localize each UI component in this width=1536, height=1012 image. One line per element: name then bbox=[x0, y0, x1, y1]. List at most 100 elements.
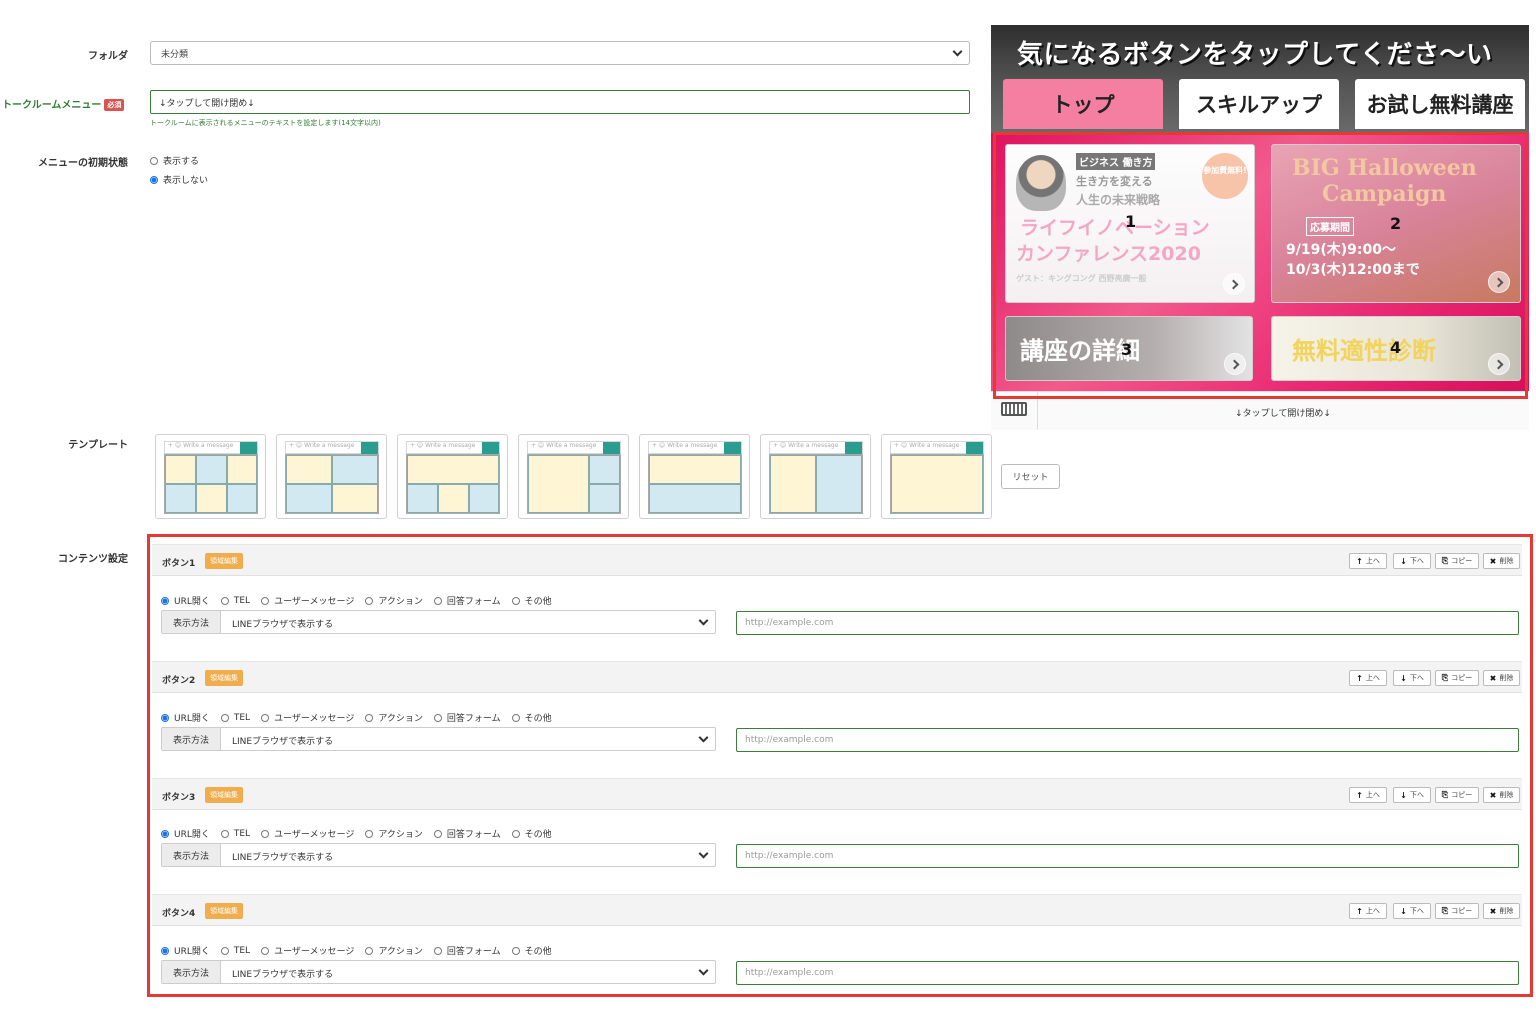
button-1-url-input[interactable]: http://example.com bbox=[736, 611, 1519, 635]
template-option-5[interactable]: + ☺ Write a message bbox=[639, 434, 750, 519]
action-option-user-message[interactable]: ユーザーメッセージ bbox=[261, 827, 354, 840]
action-option-other[interactable]: その他 bbox=[511, 711, 552, 724]
move-down-button[interactable]: ↓ 下へ bbox=[1393, 670, 1431, 686]
action-option-label: 回答フォーム bbox=[446, 597, 501, 607]
initial-state-option-hide[interactable]: 表示しない bbox=[150, 173, 208, 186]
radio-action[interactable] bbox=[365, 713, 374, 722]
radio-url[interactable] bbox=[161, 713, 169, 722]
move-down-button[interactable]: ↓ 下へ bbox=[1393, 553, 1431, 569]
action-option-action[interactable]: アクション bbox=[365, 827, 423, 840]
move-down-button[interactable]: ↓ 下へ bbox=[1393, 787, 1431, 803]
radio-form[interactable] bbox=[433, 829, 442, 838]
radio-tel[interactable] bbox=[220, 946, 229, 955]
edit-area-badge[interactable]: 領域編集 bbox=[205, 553, 243, 569]
template-option-1[interactable]: + ☺ Write a message bbox=[155, 434, 266, 519]
action-option-form[interactable]: 回答フォーム bbox=[433, 594, 501, 607]
preview-tab-skillup[interactable]: スキルアップ bbox=[1179, 79, 1339, 129]
action-option-other[interactable]: その他 bbox=[511, 594, 552, 607]
copy-button[interactable]: ⎘ コピー bbox=[1435, 903, 1479, 919]
delete-button[interactable]: ✖ 削除 bbox=[1483, 553, 1520, 569]
radio-user-message[interactable] bbox=[261, 946, 270, 955]
radio-tel[interactable] bbox=[220, 713, 229, 722]
radio-show[interactable] bbox=[150, 156, 158, 165]
radio-action[interactable] bbox=[365, 946, 374, 955]
button-3-method-select[interactable]: 表示方法 LINEブラウザで表示する bbox=[161, 843, 716, 867]
action-option-url[interactable]: URL開く bbox=[161, 827, 210, 840]
action-option-user-message[interactable]: ユーザーメッセージ bbox=[261, 711, 354, 724]
radio-action[interactable] bbox=[365, 596, 374, 605]
radio-form[interactable] bbox=[433, 946, 442, 955]
radio-other[interactable] bbox=[511, 713, 520, 722]
radio-other[interactable] bbox=[511, 596, 520, 605]
button-4-url-input[interactable]: http://example.com bbox=[736, 961, 1519, 985]
edit-area-badge[interactable]: 領域編集 bbox=[205, 670, 243, 686]
action-option-label: その他 bbox=[524, 947, 552, 957]
radio-url[interactable] bbox=[161, 829, 169, 838]
radio-url[interactable] bbox=[161, 946, 169, 955]
reset-button[interactable]: リセット bbox=[1001, 464, 1060, 489]
action-option-tel[interactable]: TEL bbox=[220, 946, 250, 956]
preview-menu-label[interactable]: ↓タップして開け閉め↓ bbox=[1037, 406, 1529, 419]
radio-other[interactable] bbox=[511, 829, 520, 838]
button-3-url-input[interactable]: http://example.com bbox=[736, 844, 1519, 868]
action-option-url[interactable]: URL開く bbox=[161, 594, 210, 607]
copy-button[interactable]: ⎘ コピー bbox=[1435, 787, 1479, 803]
copy-button[interactable]: ⎘ コピー bbox=[1435, 553, 1479, 569]
template-message-bar: + ☺ Write a message bbox=[890, 441, 984, 455]
action-option-form[interactable]: 回答フォーム bbox=[433, 944, 501, 957]
radio-hide[interactable] bbox=[150, 175, 158, 184]
button-2-url-input[interactable]: http://example.com bbox=[736, 728, 1519, 752]
radio-user-message[interactable] bbox=[261, 829, 270, 838]
action-option-user-message[interactable]: ユーザーメッセージ bbox=[261, 594, 354, 607]
action-option-tel[interactable]: TEL bbox=[220, 828, 251, 839]
action-option-tel[interactable]: TEL bbox=[220, 713, 250, 723]
delete-button[interactable]: ✖ 削除 bbox=[1483, 787, 1520, 803]
action-option-url[interactable]: URL開く bbox=[161, 711, 210, 724]
radio-form[interactable] bbox=[433, 713, 442, 722]
template-option-6[interactable]: + ☺ Write a message bbox=[760, 434, 871, 519]
radio-user-message[interactable] bbox=[261, 713, 270, 722]
talk-menu-input[interactable]: ↓タップして開け閉め↓ bbox=[150, 90, 970, 114]
move-down-button[interactable]: ↓ 下へ bbox=[1393, 903, 1431, 919]
template-option-2[interactable]: + ☺ Write a message bbox=[276, 434, 387, 519]
action-option-url[interactable]: URL開く bbox=[161, 944, 210, 957]
initial-state-option-show[interactable]: 表示する bbox=[150, 154, 199, 167]
action-option-user-message[interactable]: ユーザーメッセージ bbox=[261, 944, 354, 957]
keyboard-icon[interactable] bbox=[1001, 402, 1027, 416]
action-option-other[interactable]: その他 bbox=[511, 827, 552, 840]
delete-button[interactable]: ✖ 削除 bbox=[1483, 903, 1520, 919]
radio-form[interactable] bbox=[433, 596, 442, 605]
button-4-method-select[interactable]: 表示方法 LINEブラウザで表示する bbox=[161, 960, 716, 984]
button-4-action-options: URL開く TEL ユーザーメッセージ アクション 回答フォーム その他 bbox=[161, 944, 563, 957]
edit-area-badge[interactable]: 領域編集 bbox=[205, 787, 243, 803]
action-option-form[interactable]: 回答フォーム bbox=[433, 827, 501, 840]
action-option-action[interactable]: アクション bbox=[365, 594, 423, 607]
action-option-action[interactable]: アクション bbox=[365, 711, 423, 724]
folder-select[interactable]: 未分類 bbox=[150, 41, 970, 65]
action-option-tel[interactable]: TEL bbox=[220, 596, 250, 606]
radio-user-message[interactable] bbox=[261, 596, 270, 605]
template-option-3[interactable]: + ☺ Write a message bbox=[397, 434, 508, 519]
radio-tel[interactable] bbox=[220, 596, 229, 605]
preview-tab-trial[interactable]: お試し無料講座 bbox=[1355, 79, 1525, 129]
button-1-method-select[interactable]: 表示方法 LINEブラウザで表示する bbox=[161, 610, 716, 634]
radio-url[interactable] bbox=[161, 596, 169, 605]
delete-button[interactable]: ✖ 削除 bbox=[1483, 670, 1520, 686]
move-up-button[interactable]: ↑ 上へ bbox=[1349, 553, 1387, 569]
template-option-7[interactable]: + ☺ Write a message bbox=[881, 434, 992, 519]
move-up-button[interactable]: ↑ 上へ bbox=[1349, 903, 1387, 919]
template-option-4[interactable]: + ☺ Write a message bbox=[518, 434, 629, 519]
preview-tab-top[interactable]: トップ bbox=[1003, 79, 1163, 129]
button-2-method-select[interactable]: 表示方法 LINEブラウザで表示する bbox=[161, 727, 716, 751]
action-option-label: TEL bbox=[233, 828, 251, 839]
action-option-form[interactable]: 回答フォーム bbox=[433, 711, 501, 724]
radio-action[interactable] bbox=[365, 829, 374, 838]
edit-area-badge[interactable]: 領域編集 bbox=[205, 903, 243, 919]
action-option-other[interactable]: その他 bbox=[511, 944, 552, 957]
move-up-button[interactable]: ↑ 上へ bbox=[1349, 670, 1387, 686]
action-option-action[interactable]: アクション bbox=[365, 944, 423, 957]
radio-tel[interactable] bbox=[220, 829, 229, 838]
radio-other[interactable] bbox=[511, 946, 520, 955]
copy-button[interactable]: ⎘ コピー bbox=[1435, 670, 1479, 686]
move-up-button[interactable]: ↑ 上へ bbox=[1349, 787, 1387, 803]
